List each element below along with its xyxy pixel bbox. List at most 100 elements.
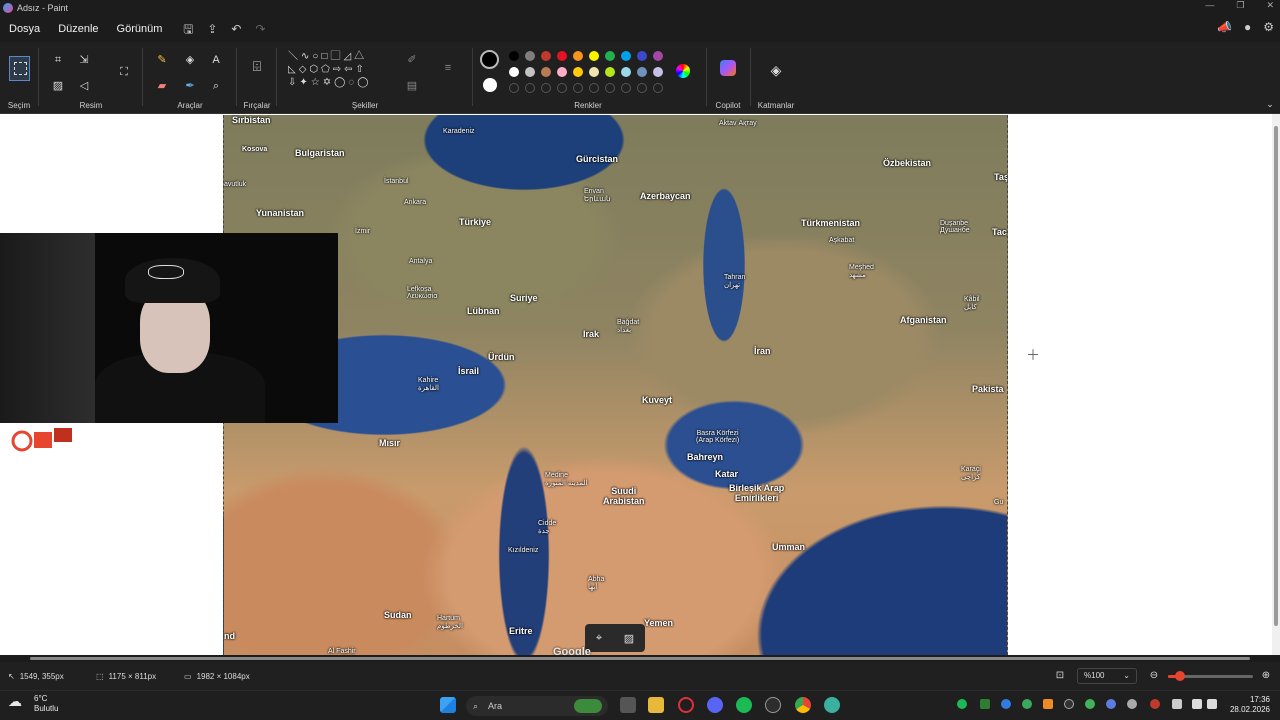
vertical-scrollbar[interactable]: [1272, 114, 1280, 655]
shapes-gallery[interactable]: ＼∿○□▢◿△ ◺◇⬡⬠⇨⇦⇧ ⇩✦☆✡◯◌◯: [288, 50, 396, 89]
palette-swatch[interactable]: [589, 67, 599, 77]
custom-color-slot[interactable]: [605, 83, 615, 93]
palette-swatch[interactable]: [573, 51, 583, 61]
maximize-button[interactable]: ❐: [1236, 0, 1244, 11]
palette-swatch[interactable]: [637, 51, 647, 61]
menu-view[interactable]: Görünüm: [108, 23, 172, 35]
network-icon[interactable]: [1192, 699, 1202, 709]
tray-orange-icon[interactable]: [1043, 699, 1053, 709]
eraser-icon[interactable]: ▰: [154, 78, 170, 94]
brush-icon[interactable]: ⌹: [249, 58, 265, 74]
feedback-icon[interactable]: 📣: [1217, 20, 1232, 34]
tray-nvidia-icon[interactable]: [1022, 699, 1032, 709]
tray-spotify-icon[interactable]: [957, 699, 967, 709]
layers-icon[interactable]: ◈: [768, 62, 784, 78]
discord-icon[interactable]: [707, 697, 723, 713]
remove-background-icon[interactable]: ⌖: [596, 632, 602, 645]
palette-swatch[interactable]: [637, 67, 647, 77]
microphone-icon[interactable]: [1172, 699, 1182, 709]
image-select-icon[interactable]: ⛶: [116, 64, 132, 80]
steam-icon[interactable]: [765, 697, 781, 713]
zoom-in-icon[interactable]: ⊕: [1258, 668, 1274, 684]
color-picker-icon[interactable]: ✒: [182, 78, 198, 94]
collapse-ribbon-icon[interactable]: ⌄: [1262, 96, 1278, 112]
fill-icon[interactable]: ◈: [182, 52, 198, 68]
crop-icon[interactable]: ⌗: [50, 52, 66, 68]
custom-color-slot[interactable]: [637, 83, 647, 93]
custom-color-slot[interactable]: [589, 83, 599, 93]
chrome-icon[interactable]: [795, 697, 811, 713]
palette-swatch[interactable]: [557, 51, 567, 61]
tray-overflow-icon[interactable]: [1064, 699, 1074, 709]
tray-steam-icon[interactable]: [1127, 699, 1137, 709]
palette-swatch[interactable]: [541, 67, 551, 77]
palette-swatch[interactable]: [541, 51, 551, 61]
palette-swatch[interactable]: [605, 67, 615, 77]
volume-icon[interactable]: [1207, 699, 1217, 709]
opera-icon[interactable]: [678, 697, 694, 713]
palette-swatch[interactable]: [621, 67, 631, 77]
save-icon[interactable]: 🖫: [181, 22, 195, 36]
select-tool-icon[interactable]: [9, 56, 30, 81]
palette-swatch[interactable]: [525, 67, 535, 77]
paint-taskbar-icon[interactable]: [824, 697, 840, 713]
palette-swatch[interactable]: [653, 51, 663, 61]
tray-discord-icon[interactable]: [1106, 699, 1116, 709]
zoom-out-icon[interactable]: ⊖: [1146, 668, 1162, 684]
tray-play-icon[interactable]: [1085, 699, 1095, 709]
close-button[interactable]: ✕: [1266, 0, 1274, 11]
stroke-size-icon[interactable]: ≡: [440, 60, 456, 76]
taskbar-search[interactable]: ⌕ Ara: [466, 696, 608, 716]
palette-swatch[interactable]: [605, 51, 615, 61]
bluetooth-icon[interactable]: [1001, 699, 1011, 709]
palette-swatch[interactable]: [653, 67, 663, 77]
weather-widget[interactable]: ☁ 6°C Bulutlu: [8, 694, 58, 714]
palette-swatch[interactable]: [589, 51, 599, 61]
custom-color-slot[interactable]: [541, 83, 551, 93]
copilot-icon[interactable]: [720, 60, 736, 76]
file-explorer-icon[interactable]: [648, 697, 664, 713]
pencil-icon[interactable]: ✎: [154, 52, 170, 68]
shape-fill-icon[interactable]: ▤: [404, 78, 420, 94]
tray-app-icon[interactable]: [980, 699, 990, 709]
menu-file[interactable]: Dosya: [0, 23, 49, 35]
palette-swatch[interactable]: [621, 51, 631, 61]
custom-color-slot[interactable]: [525, 83, 535, 93]
text-icon[interactable]: A: [208, 52, 224, 68]
share-icon[interactable]: ⇪: [205, 22, 219, 36]
redo-icon[interactable]: ↷: [253, 22, 267, 36]
custom-color-slot[interactable]: [653, 83, 663, 93]
outline-icon[interactable]: ✐: [404, 52, 420, 68]
taskbar-clock[interactable]: 17:36 28.02.2026: [1230, 695, 1270, 715]
rotate-icon[interactable]: ◁: [76, 78, 92, 94]
primary-color[interactable]: [480, 50, 499, 69]
zoom-slider[interactable]: [1168, 671, 1253, 681]
undo-icon[interactable]: ↶: [229, 22, 243, 36]
palette-swatch[interactable]: [509, 51, 519, 61]
custom-color-slot[interactable]: [621, 83, 631, 93]
task-view-icon[interactable]: [620, 697, 636, 713]
remove-background-icon[interactable]: ▨: [50, 78, 66, 94]
fit-to-window-icon[interactable]: ⊡: [1052, 668, 1068, 684]
custom-color-slot[interactable]: [573, 83, 583, 93]
account-icon[interactable]: ●: [1244, 20, 1251, 34]
palette-swatch[interactable]: [557, 67, 567, 77]
menu-edit[interactable]: Düzenle: [49, 23, 107, 35]
settings-gear-icon[interactable]: ⚙: [1263, 20, 1274, 34]
zoom-select[interactable]: %100 ⌄: [1077, 668, 1137, 684]
palette-swatch[interactable]: [573, 67, 583, 77]
palette-swatch[interactable]: [525, 51, 535, 61]
edit-colors-icon[interactable]: [676, 64, 690, 78]
start-icon[interactable]: [440, 697, 456, 713]
secondary-color[interactable]: [483, 78, 497, 92]
resize-icon[interactable]: ⇲: [76, 52, 92, 68]
tray-red-icon[interactable]: [1150, 699, 1160, 709]
palette-swatch[interactable]: [509, 67, 519, 77]
magnifier-icon[interactable]: ⌕: [208, 78, 224, 94]
minimize-button[interactable]: —: [1205, 0, 1214, 11]
custom-color-slot[interactable]: [557, 83, 567, 93]
map-image[interactable]: Sırbistan Karadeniz Gürcistan Aktav Ақта…: [223, 115, 1008, 655]
spotify-icon[interactable]: [736, 697, 752, 713]
horizontal-scrollbar[interactable]: [0, 655, 1280, 662]
erase-selection-icon[interactable]: ▨: [624, 632, 634, 645]
